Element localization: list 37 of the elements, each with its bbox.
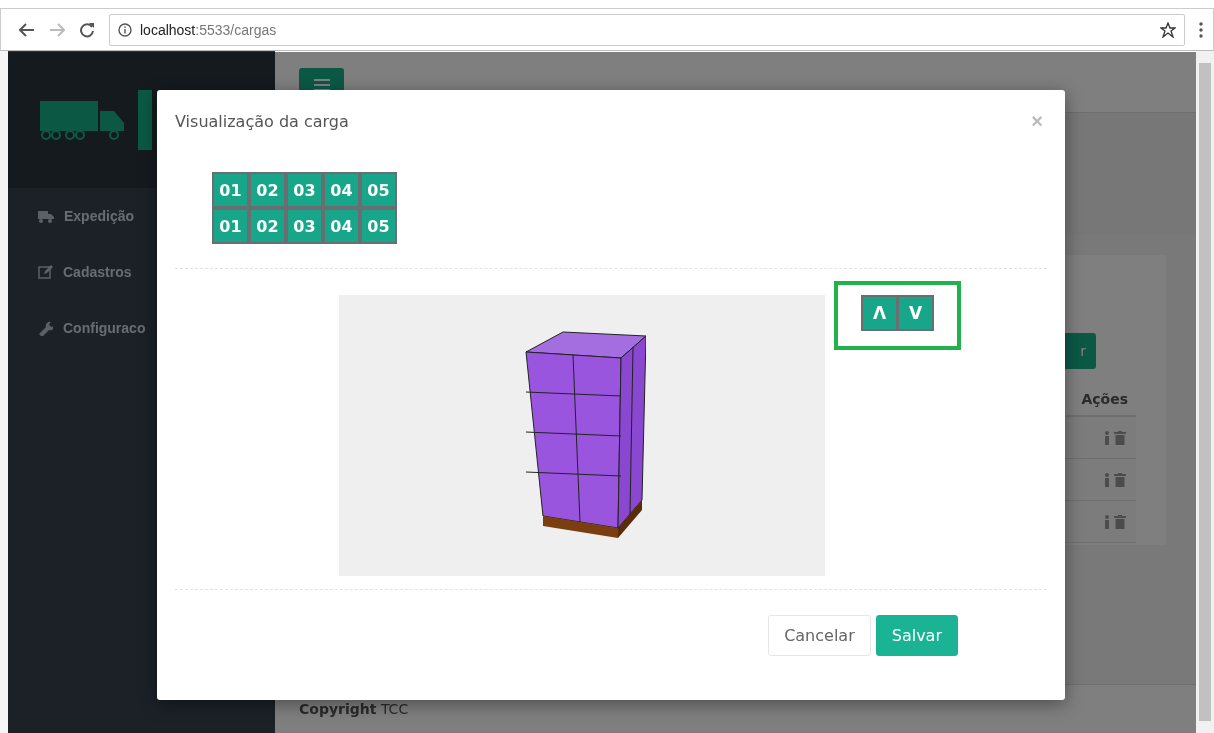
save-button[interactable]: Salvar xyxy=(875,615,958,656)
wrench-icon xyxy=(38,320,53,336)
position-button[interactable]: 05 xyxy=(362,210,395,242)
address-field[interactable]: localhost:5533/cargas xyxy=(109,13,1185,46)
position-button[interactable]: 04 xyxy=(325,174,358,206)
position-button[interactable]: 04 xyxy=(325,210,358,242)
info-icon[interactable] xyxy=(1104,514,1110,529)
trash-icon[interactable] xyxy=(1114,514,1126,529)
truck-icon xyxy=(40,98,124,141)
edit-icon xyxy=(38,265,53,279)
forward-icon[interactable] xyxy=(49,22,65,37)
position-button[interactable]: 05 xyxy=(362,174,395,206)
position-button[interactable]: 01 xyxy=(214,210,247,242)
back-icon[interactable] xyxy=(19,22,35,37)
cancel-button[interactable]: Cancelar xyxy=(768,615,871,656)
star-icon[interactable] xyxy=(1160,21,1176,38)
trash-icon[interactable] xyxy=(1114,472,1126,487)
position-button[interactable]: 02 xyxy=(251,210,284,242)
info-icon xyxy=(118,22,132,37)
position-button[interactable]: 02 xyxy=(251,174,284,206)
layer-button[interactable]: Λ xyxy=(863,297,896,329)
position-button[interactable]: 01 xyxy=(214,174,247,206)
position-button[interactable]: 03 xyxy=(288,210,321,242)
position-button[interactable]: 03 xyxy=(288,174,321,206)
reload-icon[interactable] xyxy=(79,21,95,38)
logo-mark-icon xyxy=(138,89,152,150)
truck-icon xyxy=(38,209,54,223)
copyright-text: Copyright TCC xyxy=(299,701,409,717)
sidebar-item[interactable]: Configuraco xyxy=(8,300,275,356)
modal-title: Visualização da carga xyxy=(175,111,349,131)
layer-button[interactable]: V xyxy=(899,297,932,329)
sidebar-item[interactable]: Cadastros xyxy=(8,244,275,300)
close-button[interactable]: × xyxy=(1027,109,1047,133)
info-icon[interactable] xyxy=(1104,472,1110,487)
trash-icon[interactable] xyxy=(1114,430,1126,445)
info-icon[interactable] xyxy=(1104,430,1110,445)
menu-icon[interactable] xyxy=(1199,21,1203,38)
